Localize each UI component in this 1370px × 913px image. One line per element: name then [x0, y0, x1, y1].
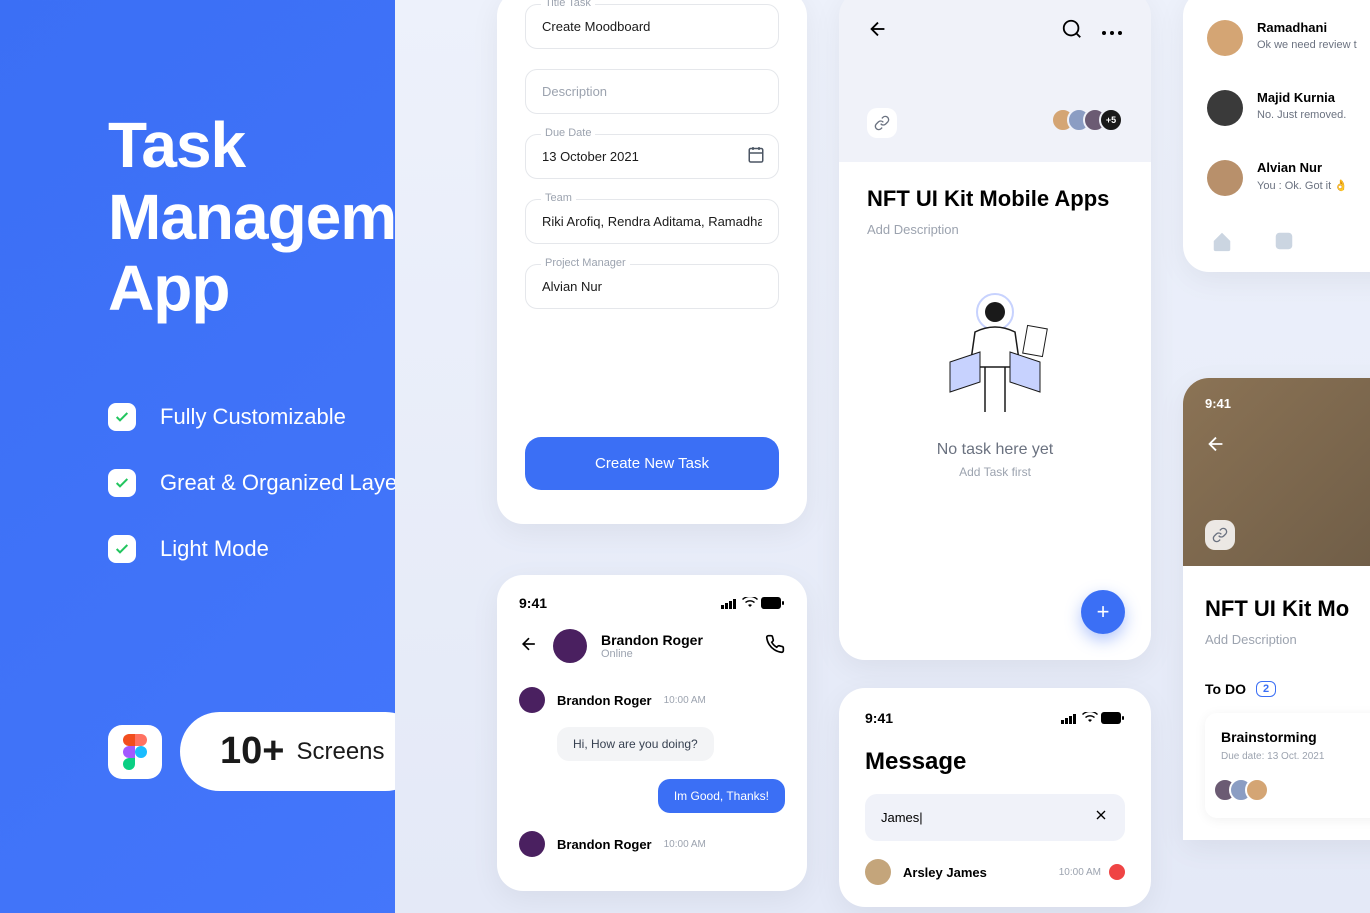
link-icon[interactable] [1205, 520, 1235, 550]
status-icons [1061, 712, 1125, 724]
avatar [1207, 90, 1243, 126]
search-field[interactable] [865, 794, 1125, 841]
notification-badge [1109, 864, 1125, 880]
check-icon [108, 535, 136, 563]
search-icon[interactable] [1061, 18, 1083, 45]
contact-row[interactable]: Arsley James 10:00 AM [865, 859, 1125, 885]
project-desc[interactable]: Add Description [867, 222, 1123, 237]
chat-list-item[interactable]: Majid KurniaNo. Just removed. [1207, 90, 1370, 126]
chat-contact-status: Online [601, 648, 751, 660]
pm-label: Project Manager [541, 257, 630, 269]
due-label: Due Date [541, 127, 595, 139]
todo-avatars [1221, 778, 1269, 802]
status-time: 9:41 [1205, 396, 1370, 411]
avatar [519, 687, 545, 713]
screen-chat-list: RamadhaniOk we need review t Majid Kurni… [1183, 0, 1370, 272]
search-input[interactable] [881, 810, 1057, 825]
screen-project-detail: 9:41 NFT UI Kit Mo Add Description To DO… [1183, 378, 1370, 840]
due-date-input[interactable] [525, 134, 779, 179]
avatar [519, 831, 545, 857]
team-label: Team [541, 192, 576, 204]
screen-messages: 9:41 Message Arsley James 10:00 AM [839, 688, 1151, 907]
chat-message-header: Brandon Roger 10:00 AM [519, 687, 785, 713]
bottom-nav [1207, 230, 1370, 252]
todo-card[interactable]: Brainstorming Due date: 13 Oct. 2021 [1205, 713, 1370, 818]
avatar [1207, 160, 1243, 196]
calendar-icon[interactable] [747, 145, 765, 168]
screen-create-task: Title Task Due Date Team Project Manager… [497, 0, 807, 524]
status-icons [721, 597, 785, 609]
chat-message-header: Brandon Roger 10:00 AM [519, 831, 785, 857]
empty-illustration [920, 287, 1070, 417]
hero-section: Task Management App Fully Customizable G… [0, 0, 460, 913]
pm-input[interactable] [525, 264, 779, 309]
back-icon[interactable] [1205, 433, 1370, 460]
avatar [1207, 20, 1243, 56]
description-input[interactable] [525, 69, 779, 114]
project-title: NFT UI Kit Mo [1205, 596, 1370, 622]
empty-state: No task here yet Add Task first [867, 287, 1123, 479]
status-bar: 9:41 [519, 595, 785, 611]
project-desc[interactable]: Add Description [1205, 632, 1370, 647]
back-icon[interactable] [867, 18, 889, 45]
clear-icon[interactable] [1093, 807, 1109, 828]
back-icon[interactable] [519, 634, 539, 659]
screens-area: Title Task Due Date Team Project Manager… [395, 0, 1370, 913]
call-icon[interactable] [765, 634, 785, 659]
chat-bubble-mine: Im Good, Thanks! [658, 779, 785, 813]
status-bar: 9:41 [865, 710, 1125, 726]
chat-contact-name: Brandon Roger [601, 632, 751, 648]
figma-icon [108, 725, 162, 779]
member-avatars[interactable]: +5 [1059, 108, 1123, 132]
todo-due-date: Due date: 13 Oct. 2021 [1221, 751, 1370, 762]
badges-row: 10+ Screens [108, 712, 425, 791]
check-icon [108, 469, 136, 497]
team-input[interactable] [525, 199, 779, 244]
check-icon [108, 403, 136, 431]
tasks-icon[interactable] [1273, 230, 1295, 252]
home-icon[interactable] [1211, 230, 1233, 252]
chat-header: Brandon Roger Online [519, 629, 785, 663]
empty-subtitle: Add Task first [867, 465, 1123, 479]
project-header [867, 18, 1123, 45]
avatar [865, 859, 891, 885]
add-task-fab[interactable]: + [1081, 590, 1125, 634]
empty-title: No task here yet [867, 441, 1123, 459]
create-task-button[interactable]: Create New Task [525, 437, 779, 490]
screens-badge: 10+ Screens [180, 712, 425, 791]
avatar[interactable] [553, 629, 587, 663]
more-icon[interactable] [1101, 23, 1123, 41]
chat-list-item[interactable]: Alvian NurYou : Ok. Got it 👌 [1207, 160, 1370, 196]
project-hero-image: 9:41 [1183, 378, 1370, 566]
screen-chat: 9:41 Brandon Roger Online Brandon Roger … [497, 575, 807, 891]
todo-title: Brainstorming [1221, 729, 1370, 745]
messages-title: Message [865, 748, 1125, 776]
todo-section-header: To DO 2 [1205, 681, 1370, 697]
title-label: Title Task [541, 0, 595, 9]
todo-count-badge: 2 [1256, 681, 1276, 697]
chat-bubble: Hi, How are you doing? [557, 727, 714, 761]
project-title: NFT UI Kit Mobile Apps [867, 186, 1123, 212]
chat-list-item[interactable]: RamadhaniOk we need review t [1207, 20, 1370, 56]
title-input[interactable] [525, 4, 779, 49]
screen-project-empty: +5 NFT UI Kit Mobile Apps Add Descriptio… [839, 0, 1151, 660]
link-icon[interactable] [867, 108, 897, 138]
